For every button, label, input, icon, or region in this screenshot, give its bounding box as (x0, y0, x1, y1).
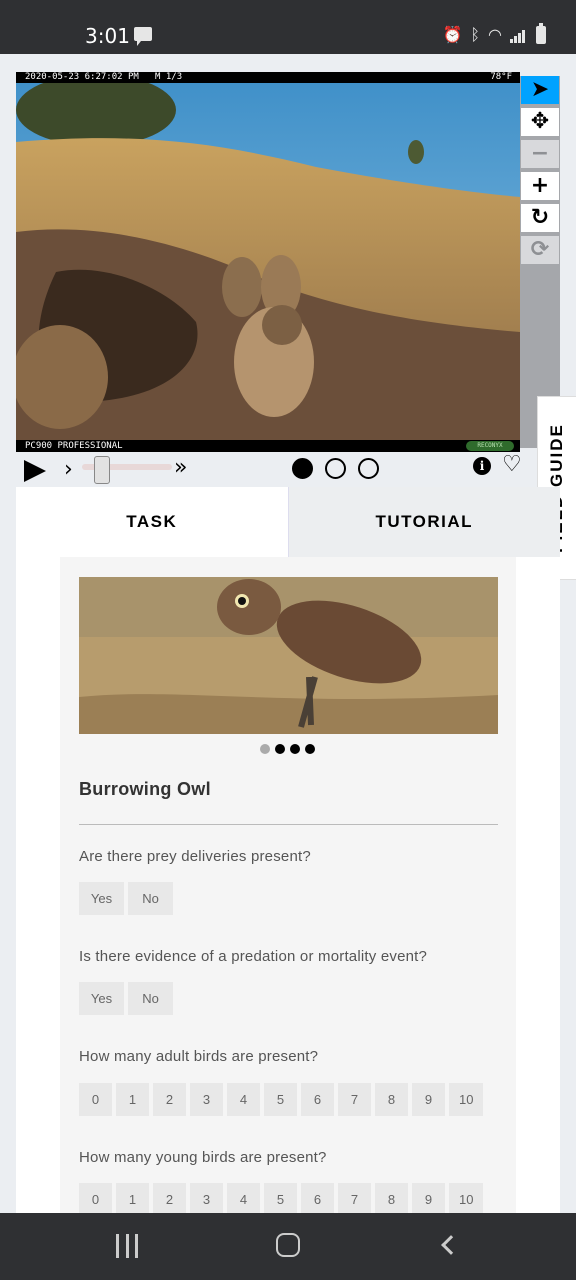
count-button[interactable]: 3 (190, 1183, 223, 1216)
answer-yes-button[interactable]: Yes (79, 882, 124, 915)
divider (79, 824, 498, 825)
count-button[interactable]: 4 (227, 1083, 260, 1116)
clock: 3:01 (85, 24, 130, 48)
question-prey: Are there prey deliveries present? (79, 848, 311, 865)
tab-tutorial[interactable]: TUTORIAL (287, 487, 560, 557)
count-button[interactable]: 9 (412, 1183, 445, 1216)
fast-forward-icon[interactable]: » (174, 455, 187, 480)
count-button[interactable]: 8 (375, 1083, 408, 1116)
count-button[interactable]: 0 (79, 1083, 112, 1116)
reset-icon[interactable]: ⟳ (521, 236, 559, 264)
tab-task[interactable]: TASK (16, 487, 288, 557)
species-photo (79, 577, 498, 734)
image-caption-bottom: PC900 PROFESSIONAL RECONYX (16, 440, 520, 452)
pager-dot[interactable] (305, 744, 315, 754)
camera-trap-image[interactable]: 2020-05-23 6:27:02 PM M 1/3 78°F PC900 PR… (16, 72, 520, 452)
bluetooth-icon: ᛒ (470, 25, 481, 44)
question-young: How many young birds are present? (79, 1149, 327, 1166)
count-button[interactable]: 6 (301, 1083, 334, 1116)
battery-icon (536, 23, 546, 44)
zoom-out-icon[interactable]: − (521, 140, 559, 168)
count-button[interactable]: 0 (79, 1183, 112, 1216)
image-caption-top: 2020-05-23 6:27:02 PM M 1/3 78°F (16, 72, 520, 83)
count-button[interactable]: 10 (449, 1083, 484, 1116)
answers-young: 0 1 2 3 4 5 6 7 8 9 10 (79, 1183, 484, 1216)
species-detail: Burrowing Owl Are there prey deliveries … (60, 557, 516, 1216)
count-button[interactable]: 1 (116, 1183, 149, 1216)
step-forward-icon[interactable]: › (64, 457, 73, 482)
task-panel: Burrowing Owl Are there prey deliveries … (16, 557, 560, 1216)
answers-prey: Yes No (79, 882, 173, 915)
message-notification-icon (134, 27, 152, 46)
count-button[interactable]: 8 (375, 1183, 408, 1216)
frame-dot-1[interactable] (292, 458, 313, 479)
count-button[interactable]: 2 (153, 1083, 186, 1116)
status-bar: 3:01 ⏰ ᛒ ◠ (0, 0, 576, 54)
camera-brand-logo: RECONYX (466, 441, 514, 451)
photo-pager (260, 744, 315, 754)
count-button[interactable]: 7 (338, 1183, 371, 1216)
frame-slider-thumb[interactable] (94, 456, 110, 484)
heart-icon[interactable]: ♡ (502, 452, 522, 477)
count-button[interactable]: 7 (338, 1083, 371, 1116)
question-predation: Is there evidence of a predation or mort… (79, 948, 428, 965)
frame-controls: › » i ♡ (16, 452, 560, 488)
count-button[interactable]: 2 (153, 1183, 186, 1216)
temperature-reading: 78°F (490, 72, 512, 82)
rotate-icon[interactable]: ↻ (521, 204, 559, 232)
pager-dot[interactable] (260, 744, 270, 754)
recent-apps-icon[interactable] (116, 1234, 138, 1258)
count-button[interactable]: 3 (190, 1083, 223, 1116)
count-button[interactable]: 10 (449, 1183, 484, 1216)
back-icon[interactable] (441, 1235, 461, 1255)
navigation-bar (0, 1213, 576, 1280)
frame-selector (292, 458, 379, 479)
species-name: Burrowing Owl (79, 779, 211, 799)
answer-yes-button[interactable]: Yes (79, 982, 124, 1015)
count-button[interactable]: 1 (116, 1083, 149, 1116)
subject-viewer: 2020-05-23 6:27:02 PM M 1/3 78°F PC900 PR… (16, 72, 560, 488)
zoom-in-icon[interactable]: + (521, 172, 559, 200)
info-icon[interactable]: i (473, 457, 491, 475)
answer-no-button[interactable]: No (128, 882, 173, 915)
pager-dot[interactable] (275, 744, 285, 754)
answer-no-button[interactable]: No (128, 982, 173, 1015)
count-button[interactable]: 6 (301, 1183, 334, 1216)
home-icon[interactable] (276, 1233, 300, 1257)
pointer-icon[interactable]: ➤ (521, 76, 559, 104)
frame-dot-2[interactable] (325, 458, 346, 479)
wifi-icon: ◠ (488, 25, 502, 44)
pager-dot[interactable] (290, 744, 300, 754)
image-toolbar: ➤ ✥ − + ↻ ⟳ (520, 76, 560, 448)
answers-adults: 0 1 2 3 4 5 6 7 8 9 10 (79, 1083, 484, 1116)
signal-icon (510, 27, 528, 43)
alarm-icon: ⏰ (442, 25, 463, 44)
play-icon[interactable] (24, 460, 46, 482)
count-button[interactable]: 5 (264, 1183, 297, 1216)
frame-dot-3[interactable] (358, 458, 379, 479)
status-icons: ⏰ ᛒ ◠ (442, 23, 546, 45)
answers-predation: Yes No (79, 982, 173, 1015)
move-icon[interactable]: ✥ (521, 108, 559, 136)
count-button[interactable]: 4 (227, 1183, 260, 1216)
task-tabs: TASK TUTORIAL (16, 487, 560, 557)
count-button[interactable]: 9 (412, 1083, 445, 1116)
count-button[interactable]: 5 (264, 1083, 297, 1116)
question-adults: How many adult birds are present? (79, 1048, 319, 1065)
